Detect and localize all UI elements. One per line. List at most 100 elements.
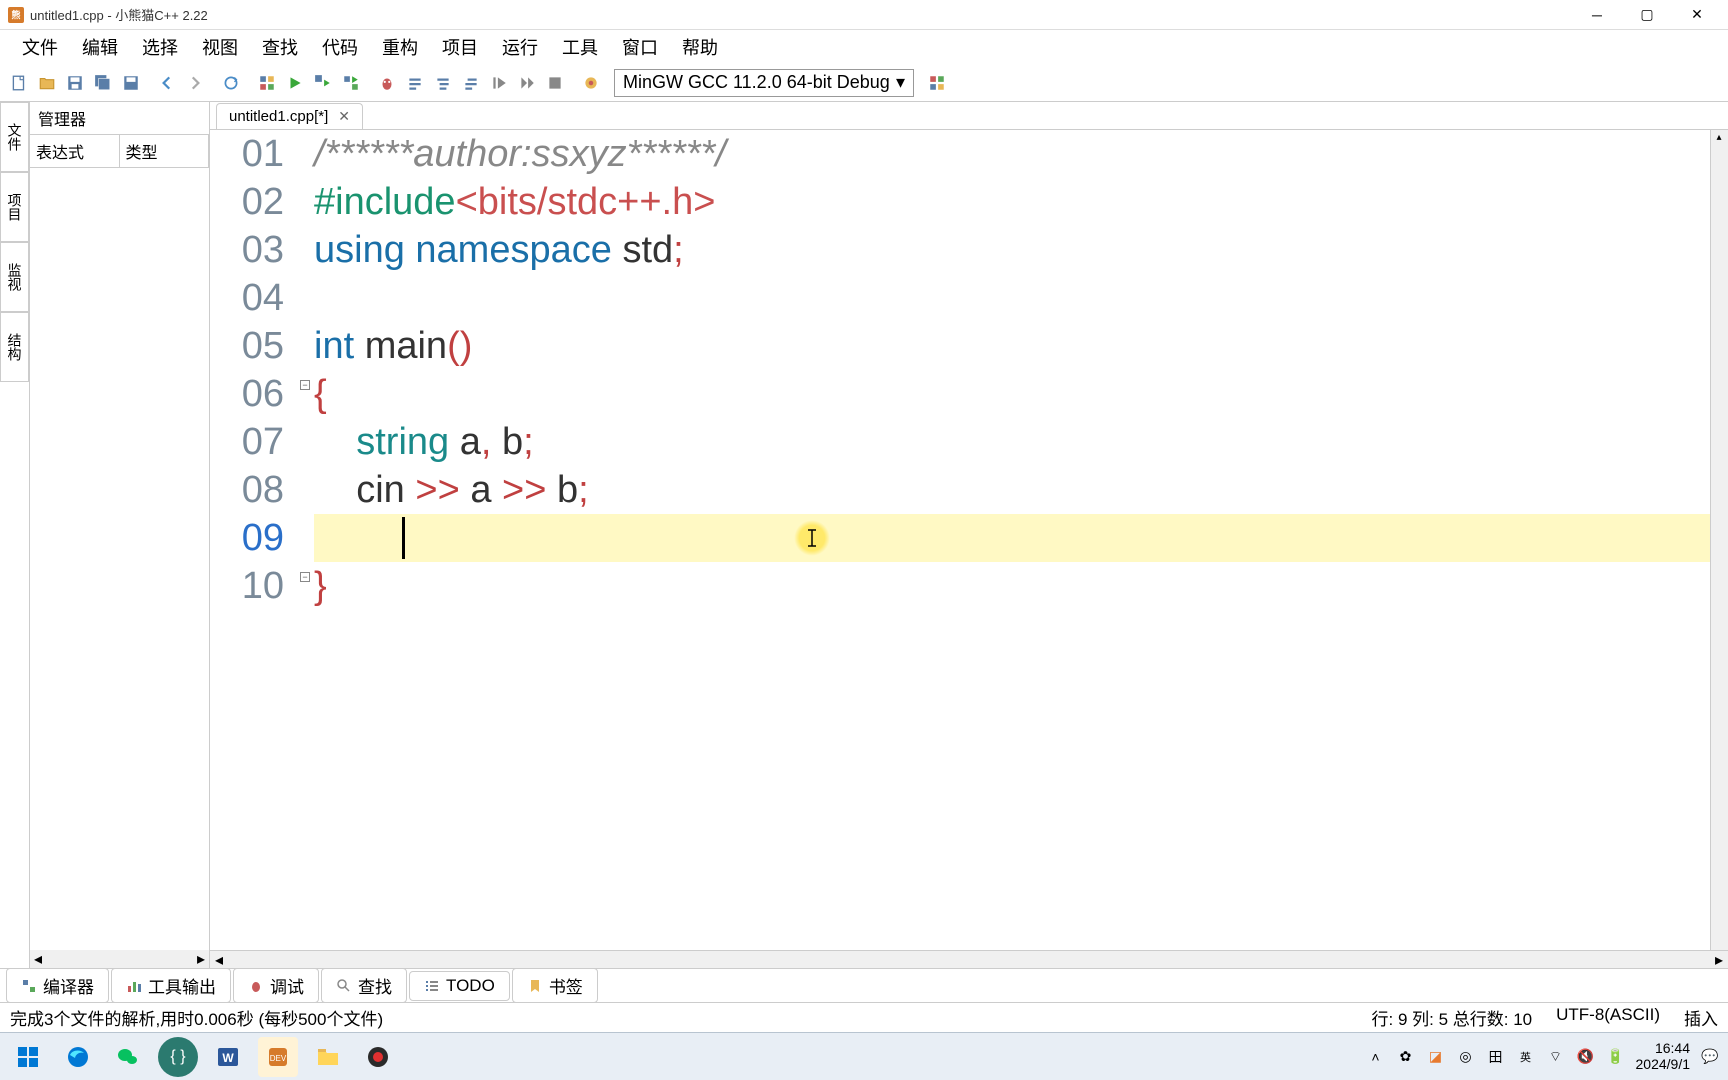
menu-refactor[interactable]: 重构 <box>370 30 430 64</box>
settings-button[interactable] <box>924 70 950 96</box>
bottom-tab-compiler[interactable]: 编译器 <box>6 968 109 1003</box>
status-mode: 插入 <box>1684 1005 1718 1030</box>
run-to-cursor-button[interactable] <box>514 70 540 96</box>
back-button[interactable] <box>154 70 180 96</box>
bottom-tab-find[interactable]: 查找 <box>321 968 407 1003</box>
menu-code[interactable]: 代码 <box>310 30 370 64</box>
menu-project[interactable]: 项目 <box>430 30 490 64</box>
menu-edit[interactable]: 编辑 <box>70 30 130 64</box>
open-file-button[interactable] <box>34 70 60 96</box>
vtab-files[interactable]: 文件 <box>0 102 29 172</box>
taskbar-clock[interactable]: 16:44 2024/9/1 <box>1636 1041 1691 1072</box>
compiler-select[interactable]: MinGW GCC 11.2.0 64-bit Debug ▾ <box>614 69 914 97</box>
run-button[interactable] <box>282 70 308 96</box>
tray-chevron-icon[interactable]: ˄ <box>1366 1047 1386 1067</box>
compiler-select-label: MinGW GCC 11.2.0 64-bit Debug <box>623 72 890 93</box>
taskbar-apps: { } W DEV <box>8 1037 398 1077</box>
menu-help[interactable]: 帮助 <box>670 30 730 64</box>
bottom-tab-tool-output[interactable]: 工具输出 <box>111 968 231 1003</box>
manager-tab-expression[interactable]: 表达式 <box>30 135 120 167</box>
manager-scrollbar[interactable]: ◂ ▸ <box>30 950 209 968</box>
vscode-icon[interactable]: { } <box>158 1037 198 1077</box>
fold-open-icon[interactable]: − <box>300 380 310 390</box>
rebuild-button[interactable] <box>338 70 364 96</box>
menu-find[interactable]: 查找 <box>250 30 310 64</box>
editor-area: untitled1.cpp[*] ✕ 01 02 03 04 05 06 07 … <box>210 102 1728 968</box>
maximize-button[interactable]: ▢ <box>1632 5 1662 25</box>
menu-window[interactable]: 窗口 <box>610 30 670 64</box>
tray-wifi-icon[interactable]: ⌔ <box>1546 1047 1566 1067</box>
scroll-up-icon[interactable]: ▴ <box>1711 130 1727 146</box>
continue-button[interactable] <box>486 70 512 96</box>
word-icon[interactable]: W <box>208 1037 248 1077</box>
save-button[interactable] <box>62 70 88 96</box>
status-position: 行: 9 列: 5 总行数: 10 <box>1372 1005 1533 1030</box>
bookmark-icon <box>527 978 543 994</box>
code-editor[interactable]: 01 02 03 04 05 06 07 08 09 10 − − /*****… <box>210 130 1728 950</box>
scroll-left-icon[interactable]: ◂ <box>34 949 42 969</box>
menu-run[interactable]: 运行 <box>490 30 550 64</box>
manager-tab-type[interactable]: 类型 <box>120 135 210 167</box>
scroll-right-icon[interactable]: ▸ <box>1710 951 1728 968</box>
window-controls: ─ ▢ ✕ <box>1582 5 1712 25</box>
vtab-watch[interactable]: 监视 <box>0 242 29 312</box>
stop-button[interactable] <box>542 70 568 96</box>
tray-battery-icon[interactable]: 🔋 <box>1606 1047 1626 1067</box>
tray-language-icon[interactable]: 英 <box>1516 1047 1536 1067</box>
tray-ime-icon[interactable]: 田 <box>1486 1047 1506 1067</box>
edge-icon[interactable] <box>58 1037 98 1077</box>
code-lines[interactable]: /******author:ssxyz******/ #include<bits… <box>314 130 1728 950</box>
titlebar: 熊 untitled1.cpp - 小熊猫C++ 2.22 ─ ▢ ✕ <box>0 0 1728 30</box>
status-message: 完成3个文件的解析,用时0.006秒 (每秒500个文件) <box>10 1005 1372 1030</box>
bottom-tab-debug[interactable]: 调试 <box>233 968 319 1003</box>
vtab-project[interactable]: 项目 <box>0 172 29 242</box>
explorer-icon[interactable] <box>308 1037 348 1077</box>
horizontal-scrollbar[interactable]: ◂ ▸ <box>210 950 1728 968</box>
step-out-button[interactable] <box>458 70 484 96</box>
new-file-button[interactable] <box>6 70 32 96</box>
menu-tools[interactable]: 工具 <box>550 30 610 64</box>
tray-app3-icon[interactable]: ◎ <box>1456 1047 1476 1067</box>
tray-notifications-icon[interactable]: 💬 <box>1700 1047 1720 1067</box>
save-as-button[interactable] <box>118 70 144 96</box>
scroll-left-icon[interactable]: ◂ <box>210 951 228 968</box>
step-over-button[interactable] <box>402 70 428 96</box>
forward-button[interactable] <box>182 70 208 96</box>
devcpp-icon[interactable]: DEV <box>258 1037 298 1077</box>
close-button[interactable]: ✕ <box>1682 5 1712 25</box>
tray-app2-icon[interactable]: ◪ <box>1426 1047 1446 1067</box>
vtab-structure[interactable]: 结构 <box>0 312 29 382</box>
close-tab-icon[interactable]: ✕ <box>338 108 350 125</box>
editor-tabs: untitled1.cpp[*] ✕ <box>210 102 1728 130</box>
tray-volume-icon[interactable]: 🔇 <box>1576 1047 1596 1067</box>
bottom-tab-todo[interactable]: TODO <box>409 971 510 1001</box>
system-tray: ˄ ✿ ◪ ◎ 田 英 ⌔ 🔇 🔋 16:44 2024/9/1 💬 <box>1366 1041 1721 1072</box>
bug-icon <box>248 978 264 994</box>
menu-file[interactable]: 文件 <box>10 30 70 64</box>
bottom-tab-bookmark[interactable]: 书签 <box>512 968 598 1003</box>
compile-button[interactable] <box>254 70 280 96</box>
record-icon[interactable] <box>358 1037 398 1077</box>
editor-tab-untitled1[interactable]: untitled1.cpp[*] ✕ <box>216 103 363 129</box>
line-number-gutter: 01 02 03 04 05 06 07 08 09 10 <box>210 130 300 950</box>
save-all-button[interactable] <box>90 70 116 96</box>
main-area: 文件 项目 监视 结构 管理器 表达式 类型 ◂ ▸ untitled1.cpp… <box>0 102 1728 968</box>
menu-view[interactable]: 视图 <box>190 30 250 64</box>
fold-close-icon[interactable]: − <box>300 572 310 582</box>
debug-button[interactable] <box>374 70 400 96</box>
start-button[interactable] <box>8 1037 48 1077</box>
compile-run-button[interactable] <box>310 70 336 96</box>
minimize-button[interactable]: ─ <box>1582 5 1612 25</box>
tray-app1-icon[interactable]: ✿ <box>1396 1047 1416 1067</box>
app-icon: 熊 <box>8 7 24 23</box>
editor-tab-label: untitled1.cpp[*] <box>229 108 328 125</box>
scroll-right-icon[interactable]: ▸ <box>197 949 205 969</box>
breakpoint-button[interactable] <box>578 70 604 96</box>
refresh-button[interactable] <box>218 70 244 96</box>
vertical-scrollbar[interactable]: ▴ <box>1710 130 1728 950</box>
step-into-button[interactable] <box>430 70 456 96</box>
search-icon <box>336 978 352 994</box>
chart-icon <box>126 978 142 994</box>
wechat-icon[interactable] <box>108 1037 148 1077</box>
menu-select[interactable]: 选择 <box>130 30 190 64</box>
